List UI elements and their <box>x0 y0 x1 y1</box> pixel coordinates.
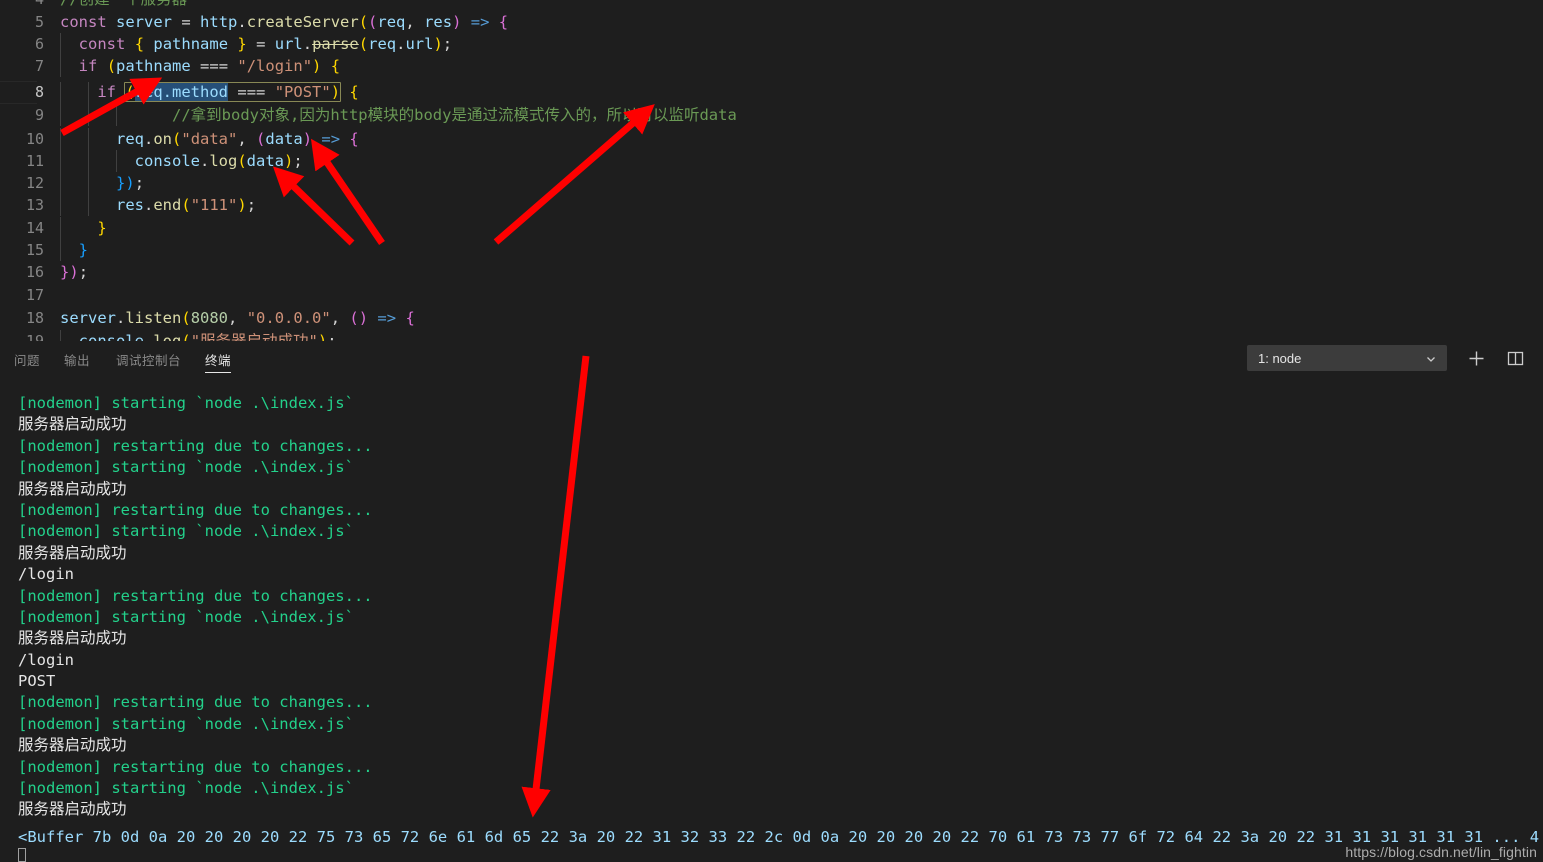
tab-debug-console[interactable]: 调试控制台 <box>116 341 181 378</box>
line-content: const server = http.createServer((req, r… <box>60 13 509 31</box>
code-line-active[interactable]: 8 if (req.method === "POST") { <box>0 81 359 105</box>
terminal-line: [nodemon] starting `node .\index.js` <box>18 714 354 733</box>
tab-output[interactable]: 输出 <box>64 341 90 378</box>
terminal-line: [nodemon] restarting due to changes... <box>18 693 373 712</box>
code-line[interactable]: 12 }); <box>0 172 144 195</box>
code-line[interactable]: 16 }); <box>0 261 88 283</box>
terminal-buffer-line: <Buffer 7b 0d 0a 20 20 20 20 22 75 73 65… <box>18 828 1543 846</box>
code-line[interactable]: 18 server.listen(8080, "0.0.0.0", () => … <box>0 307 415 329</box>
line-content: } <box>97 219 107 237</box>
line-number: 11 <box>25 152 44 170</box>
code-line[interactable]: 13 res.end("111"); <box>0 194 256 217</box>
code-line[interactable]: 6 const { pathname } = url.parse(req.url… <box>0 33 452 56</box>
tab-terminal[interactable]: 终端 <box>205 341 232 378</box>
line-content: } <box>78 241 89 259</box>
bottom-panel: 问题 输出 调试控制台 终端 [nodemon] starting `node … <box>0 341 1543 862</box>
line-number: 12 <box>25 174 44 192</box>
split-panel-icon <box>1507 351 1524 366</box>
terminal-line: 服务器启动成功 <box>18 479 127 498</box>
line-number: 19 <box>25 332 44 341</box>
tab-label: 调试控制台 <box>116 354 182 368</box>
watermark-url: https://blog.csdn.net/lin_fightin <box>1345 844 1537 860</box>
code-line[interactable]: 10 req.on("data", (data) => { <box>0 128 359 151</box>
terminal-line: 服务器启动成功 <box>18 543 127 562</box>
line-number: 7 <box>34 57 44 75</box>
terminal-line: POST <box>18 672 56 691</box>
terminal-line: 服务器启动成功 <box>18 629 127 648</box>
line-content: //拿到body对象,因为http模块的body是通过流模式传入的，所以可以监听… <box>116 104 737 126</box>
line-number: 15 <box>25 241 44 259</box>
line-number: 14 <box>25 219 44 237</box>
comment-token: //创建一个服务器 <box>60 0 187 8</box>
code-editor[interactable]: 4 //创建一个服务器 5 const server = http.create… <box>0 0 1543 341</box>
terminal-line: [nodemon] restarting due to changes... <box>18 586 373 605</box>
line-content: req.on("data", (data) => { <box>116 130 359 148</box>
terminal-line: 服务器启动成功 <box>18 736 127 755</box>
code-line[interactable]: 14 } <box>0 217 107 240</box>
line-number: 13 <box>25 196 44 214</box>
line-number: 9 <box>34 106 44 124</box>
line-number: 5 <box>34 13 44 31</box>
terminal-selector-value: 1: node <box>1258 351 1302 366</box>
terminal-line: [nodemon] restarting due to changes... <box>18 436 373 455</box>
line-content: if (pathname === "/login") { <box>78 57 341 75</box>
code-line[interactable]: 4 //创建一个服务器 <box>0 0 187 10</box>
tab-label: 输出 <box>64 354 91 368</box>
terminal-line: /login <box>18 650 74 669</box>
terminal-line: [nodemon] starting `node .\index.js` <box>18 779 354 798</box>
line-number: 4 <box>0 0 44 10</box>
terminal-line: [nodemon] starting `node .\index.js` <box>18 607 354 626</box>
line-content: console.log("服务器启动成功"); <box>78 332 337 341</box>
terminal-selector-dropdown[interactable]: 1: node <box>1247 345 1447 371</box>
line-content: }); <box>60 263 89 281</box>
code-line[interactable]: 7 if (pathname === "/login") { <box>0 55 340 78</box>
tab-problems[interactable]: 问题 <box>14 341 40 378</box>
terminal-line: [nodemon] restarting due to changes... <box>18 757 373 776</box>
line-number: 16 <box>25 263 44 281</box>
plus-icon <box>1469 351 1484 366</box>
terminal-line: [nodemon] starting `node .\index.js` <box>18 522 354 541</box>
editor-selection: req.method <box>134 83 229 101</box>
line-number: 17 <box>25 286 44 304</box>
line-content: if (req.method === "POST") { <box>97 82 359 102</box>
terminal-line: 服务器启动成功 <box>18 800 127 819</box>
terminal-cursor <box>18 848 26 862</box>
line-content: }); <box>116 174 145 192</box>
line-number: 10 <box>25 130 44 148</box>
line-content: console.log(data); <box>134 152 303 170</box>
comment-token: //拿到body对象,因为http模块的body是通过流模式传入的，所以可以监听… <box>116 106 737 124</box>
new-terminal-button[interactable] <box>1466 348 1487 369</box>
line-number: 18 <box>25 309 44 327</box>
tab-label: 问题 <box>14 354 41 368</box>
code-line[interactable]: 9 //拿到body对象,因为http模块的body是通过流模式传入的，所以可以… <box>0 104 737 127</box>
chevron-down-icon <box>1425 346 1437 372</box>
line-number: 6 <box>34 35 44 53</box>
terminal-line: [nodemon] starting `node .\index.js` <box>18 394 354 412</box>
code-line[interactable]: 19 console.log("服务器启动成功"); <box>0 330 337 341</box>
terminal-line: [nodemon] starting `node .\index.js` <box>18 458 354 477</box>
indent-guide <box>88 104 89 127</box>
terminal-line: [nodemon] restarting due to changes... <box>18 500 373 519</box>
line-content: server.listen(8080, "0.0.0.0", () => { <box>60 309 415 327</box>
tab-label: 终端 <box>205 354 232 368</box>
code-line[interactable]: 5 const server = http.createServer((req,… <box>0 11 508 33</box>
line-number: 8 <box>34 83 44 101</box>
code-line[interactable]: 15 } <box>0 239 88 262</box>
terminal-output[interactable]: [nodemon] starting `node .\index.js` 服务器… <box>0 393 1543 862</box>
split-terminal-button[interactable] <box>1505 348 1526 369</box>
terminal-line: /login <box>18 565 74 584</box>
code-line[interactable]: 11 console.log(data); <box>0 150 303 173</box>
line-content: const { pathname } = url.parse(req.url); <box>78 35 453 53</box>
terminal-line: 服务器启动成功 <box>18 415 127 434</box>
code-line[interactable]: 17 <box>0 284 44 306</box>
line-content: //创建一个服务器 <box>60 0 187 10</box>
indent-guide <box>60 104 61 127</box>
line-content: res.end("111"); <box>116 196 257 214</box>
